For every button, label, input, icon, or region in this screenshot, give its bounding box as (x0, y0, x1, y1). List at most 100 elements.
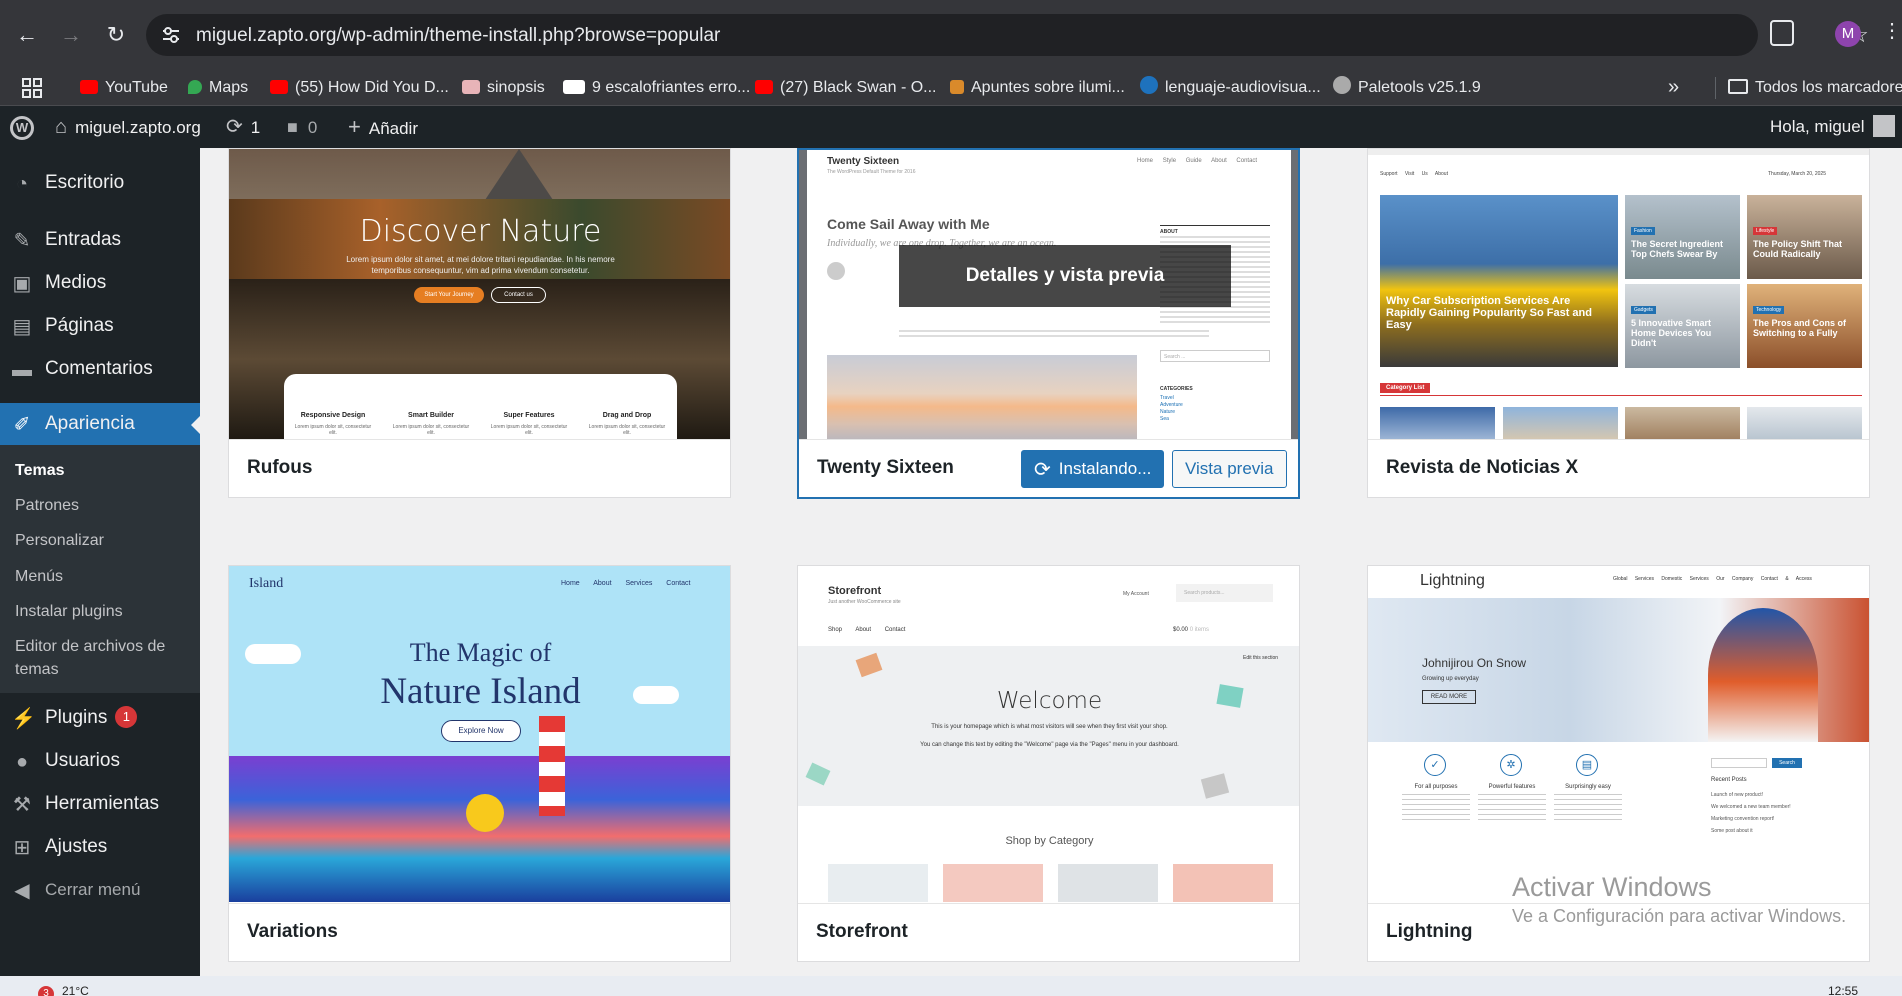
forward-icon[interactable]: → (56, 20, 86, 50)
admin-bar-site[interactable]: ⌂ miguel.zapto.org (55, 106, 201, 148)
preview-nav: Shop About Contact (828, 627, 906, 633)
preview-date: Thursday, March 20, 2025 (1768, 171, 1826, 177)
sidebar-item-ajustes[interactable]: ⊞ Ajustes (0, 826, 200, 868)
feature-2: Powerful features (1488, 784, 1536, 790)
admin-bar-account[interactable]: Hola, miguel (1770, 106, 1895, 148)
features-icon: ✲ (1500, 754, 1522, 776)
avatar (1872, 115, 1895, 137)
sidebar-item-usuarios[interactable]: ● Usuarios (0, 740, 200, 782)
feature-panel: Responsive Design Smart Builder Super Fe… (284, 374, 677, 440)
submenu-instalar-plugins[interactable]: Instalar plugins (15, 600, 195, 623)
submenu-menus[interactable]: Menús (15, 565, 195, 588)
wordpress-logo-icon[interactable]: W (10, 116, 34, 140)
category-thumb-4 (1747, 407, 1862, 440)
preview-category-list: Travel Adventure Nature Sea (1160, 395, 1183, 422)
preview-hero-sub: Growing up everyday (1422, 676, 1479, 682)
back-icon[interactable]: ← (12, 20, 42, 50)
theme-card-storefront[interactable]: Storefront Just another WooCommerce site… (797, 565, 1300, 962)
theme-screenshot[interactable]: Island Home About Services Contact The M… (229, 566, 730, 902)
submenu-editor-temas[interactable]: Editor de archivos de temas (15, 635, 195, 681)
profile-avatar[interactable]: M (1835, 21, 1861, 47)
theme-screenshot[interactable]: Twenty Sixteen The WordPress Default The… (799, 150, 1298, 441)
user-icon: ● (15, 751, 29, 773)
theme-screenshot[interactable]: Storefront Just another WooCommerce site… (798, 566, 1299, 902)
all-bookmarks[interactable]: Todos los marcadores (1728, 69, 1902, 106)
feature-text-3: Lorem ipsum dolor sit, consectetur elit. (490, 424, 568, 436)
menu-dots-icon[interactable]: ⋮ (1882, 18, 1902, 43)
bookmark-paletools[interactable]: Paletools v25.1.9 (1333, 69, 1481, 106)
sidebar-item-paginas[interactable]: ▤ Páginas (0, 305, 200, 347)
maps-icon (188, 80, 202, 94)
bookmark-youtube[interactable]: YouTube (80, 69, 168, 106)
check-icon: ✓ (1424, 754, 1446, 776)
bookmark-lenguaje[interactable]: lenguaje-audiovisua... (1140, 69, 1321, 106)
reload-icon[interactable]: ↻ (101, 20, 131, 50)
hero-text: Lorem ipsum dolor sit amet, at mei dolor… (346, 255, 615, 275)
installing-button[interactable]: ⟳ Instalando... (1021, 450, 1165, 488)
sidebar-item-plugins[interactable]: ⚡ Plugins 1 (0, 697, 200, 739)
theme-screenshot[interactable]: Support Visit Us About Thursday, March 2… (1368, 149, 1869, 440)
more-bookmarks-icon[interactable]: » (1668, 69, 1679, 106)
sidebar-item-entradas[interactable]: ✎ Entradas (0, 219, 200, 261)
preview-hero-btn: READ MORE (1422, 690, 1476, 704)
address-bar[interactable]: miguel.zapto.org/wp-admin/theme-install.… (146, 14, 1869, 56)
feature-text-2: Lorem ipsum dolor sit, consectetur elit. (392, 424, 470, 436)
lighthouse-shape (539, 716, 565, 816)
sidebar-item-herramientas[interactable]: ⚒ Herramientas (0, 783, 200, 825)
story-card-1: Fashion The Secret Ingredient Top Chefs … (1625, 195, 1740, 279)
submenu-patrones[interactable]: Patrones (15, 494, 195, 517)
bookmark-how-did-you[interactable]: (55) How Did You D... (270, 69, 449, 106)
bookmark-apuntes[interactable]: Apuntes sobre ilumi... (950, 69, 1125, 106)
sidebar-item-medios[interactable]: ▣ Medios (0, 262, 200, 304)
weather-temp[interactable]: 21°C (62, 984, 89, 996)
main-headline: Why Car Subscription Services Are Rapidl… (1386, 295, 1592, 331)
theme-card-variations[interactable]: Island Home About Services Contact The M… (228, 565, 731, 962)
sidebar-item-apariencia[interactable]: ✐ Apariencia (0, 403, 200, 445)
preview-button[interactable]: Vista previa (1172, 450, 1287, 488)
feature-2: Smart Builder (408, 412, 454, 419)
sidebar-rule (1160, 225, 1270, 226)
bookmark-maps[interactable]: Maps (188, 69, 248, 106)
bookmark-black-swan[interactable]: (27) Black Swan - O... (755, 69, 937, 106)
ed-icon (563, 80, 585, 94)
preview-brand: Storefront (828, 585, 882, 597)
brush-icon: ✐ (13, 414, 31, 436)
cloud-shape (245, 644, 301, 664)
sidebar-item-escritorio[interactable]: ◔ Escritorio (0, 162, 200, 204)
theme-card-revista[interactable]: Support Visit Us About Thursday, March 2… (1367, 148, 1870, 498)
globe-icon (1333, 76, 1351, 94)
bookmark-icon (462, 80, 480, 94)
bookmark-escalofriantes[interactable]: 9 escalofriantes erro... (563, 69, 750, 106)
windows-taskbar: 3 21°C 12:55 (0, 976, 1902, 996)
bookmarks-divider (1715, 77, 1716, 99)
hero-title: Discover Nature (359, 214, 602, 249)
theme-card-twenty-sixteen[interactable]: Twenty Sixteen The WordPress Default The… (797, 148, 1300, 499)
clock[interactable]: 12:55 (1828, 984, 1858, 996)
sidebar-collapse[interactable]: ◀ Cerrar menú (0, 869, 200, 911)
theme-name: Revista de Noticias X (1386, 457, 1579, 478)
theme-screenshot[interactable]: Lightning Global Services Domestic Servi… (1368, 566, 1869, 902)
feature-text-lines (1478, 794, 1546, 824)
site-settings-icon[interactable] (160, 24, 182, 46)
admin-bar-updates[interactable]: ⟳ 1 (226, 106, 260, 148)
theme-screenshot[interactable]: Discover Nature Lorem ipsum dolor sit am… (229, 149, 730, 440)
bookmarks-bar: YouTube Maps (55) How Did You D... sinop… (0, 69, 1902, 106)
details-preview-overlay[interactable]: Detalles y vista previa (899, 245, 1231, 307)
submenu-temas[interactable]: Temas (15, 459, 195, 482)
admin-bar-new[interactable]: + Añadir (348, 106, 418, 148)
youtube-icon (270, 80, 288, 94)
hero-snow-image: Johnijirou On Snow Growing up everyday R… (1368, 598, 1869, 742)
apps-grid-icon[interactable] (22, 78, 42, 98)
url-text[interactable]: miguel.zapto.org/wp-admin/theme-install.… (196, 25, 720, 47)
sidebar-item-comentarios[interactable]: ▬ Comentarios (0, 348, 200, 390)
submenu-personalizar[interactable]: Personalizar (15, 529, 195, 552)
theme-card-rufous[interactable]: Discover Nature Lorem ipsum dolor sit am… (228, 148, 731, 498)
cloud-shape (633, 686, 679, 704)
plugins-count-badge: 1 (115, 706, 138, 728)
bookmark-sinopsis[interactable]: sinopsis (462, 69, 545, 106)
preview-recent-label: Recent Posts (1711, 777, 1747, 783)
hero-primary-button: Start Your Journey (414, 287, 484, 303)
extensions-icon[interactable] (1770, 20, 1794, 46)
main-story-image: Why Car Subscription Services Are Rapidl… (1380, 195, 1618, 367)
admin-bar-comments[interactable]: ■ 0 (287, 106, 317, 148)
